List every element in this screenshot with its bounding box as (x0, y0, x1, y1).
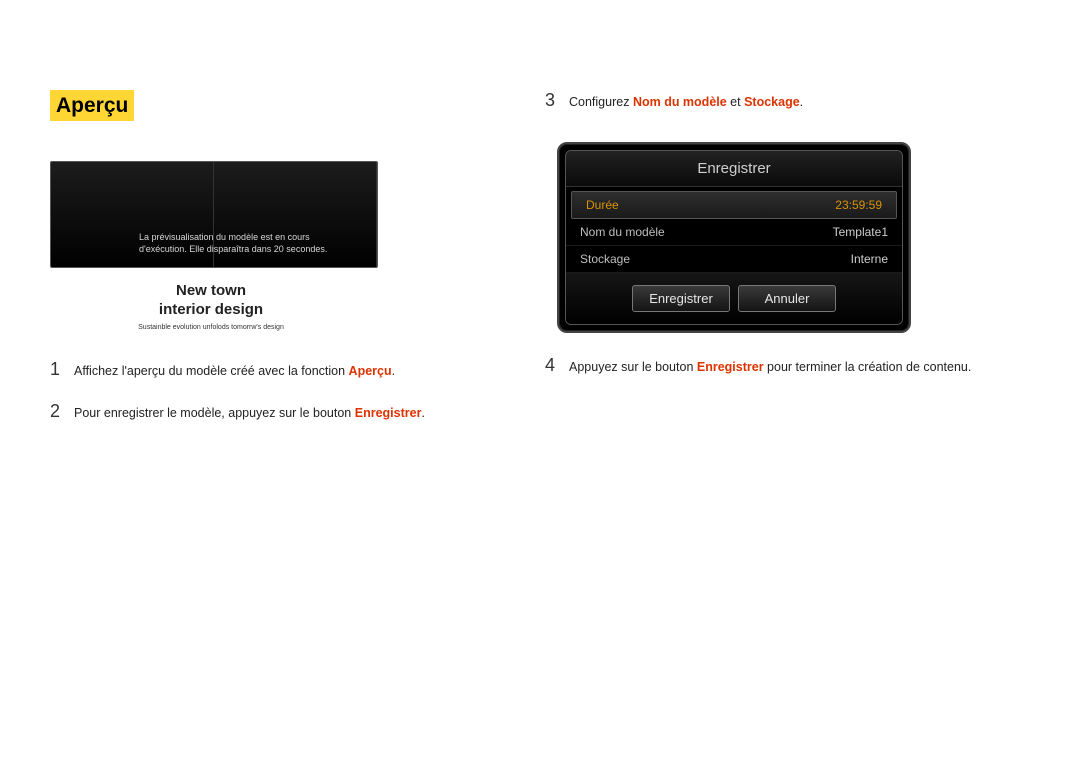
text-segment: Affichez l'aperçu du modèle créé avec la… (74, 364, 349, 378)
dialog-row-modelname[interactable]: Nom du modèle Template1 (566, 219, 902, 246)
step-num: 4 (545, 355, 569, 377)
text-segment: . (392, 364, 395, 378)
row-value: Interne (851, 252, 888, 266)
document-page: { "left": { "section_title": "Aperçu", "… (0, 0, 1080, 763)
step-num: 3 (545, 90, 569, 112)
left-column: Aperçu La prévisualisation du modèle est… (50, 90, 490, 442)
highlight: Aperçu (349, 364, 392, 378)
step-2: 2 Pour enregistrer le modèle, appuyez su… (50, 401, 490, 423)
step-text: Configurez Nom du modèle et Stockage. (569, 90, 1045, 112)
row-value: 23:59:59 (835, 198, 882, 212)
step-text: Affichez l'aperçu du modèle créé avec la… (74, 359, 490, 381)
step-num: 1 (50, 359, 74, 381)
preview-caption: New town interior design Sustainble evol… (50, 282, 372, 331)
dialog-body: Durée 23:59:59 Nom du modèle Template1 S… (566, 191, 902, 273)
step-4: 4 Appuyez sur le bouton Enregistrer pour… (545, 355, 1045, 377)
row-value: Template1 (833, 225, 888, 239)
highlight: Stockage (744, 95, 800, 109)
caption-line1: New town (50, 282, 372, 299)
row-label: Stockage (580, 252, 630, 266)
text-segment: . (421, 406, 424, 420)
text-segment: . (800, 95, 803, 109)
step-1: 1 Affichez l'aperçu du modèle créé avec … (50, 359, 490, 381)
right-steps: 3 Configurez Nom du modèle et Stockage. … (545, 90, 1045, 376)
cancel-button[interactable]: Annuler (738, 285, 836, 312)
text-segment: pour terminer la création de contenu. (764, 360, 972, 374)
save-button[interactable]: Enregistrer (632, 285, 730, 312)
right-column: 3 Configurez Nom du modèle et Stockage. … (545, 90, 1045, 396)
step-num: 2 (50, 401, 74, 423)
step-text: Appuyez sur le bouton Enregistrer pour t… (569, 355, 1045, 377)
dialog-row-duration[interactable]: Durée 23:59:59 (571, 191, 897, 219)
text-segment: Appuyez sur le bouton (569, 360, 697, 374)
left-steps: 1 Affichez l'aperçu du modèle créé avec … (50, 359, 490, 422)
step-3: 3 Configurez Nom du modèle et Stockage. (545, 90, 1045, 112)
highlight: Enregistrer (355, 406, 422, 420)
section-title: Aperçu (50, 90, 134, 121)
text-segment: et (727, 95, 744, 109)
dialog-row-storage[interactable]: Stockage Interne (566, 246, 902, 273)
row-label: Nom du modèle (580, 225, 665, 239)
preview-screen: La prévisualisation du modèle est en cou… (50, 161, 378, 268)
text-segment: Pour enregistrer le modèle, appuyez sur … (74, 406, 355, 420)
text-segment: Configurez (569, 95, 633, 109)
step-text: Pour enregistrer le modèle, appuyez sur … (74, 401, 490, 423)
highlight: Nom du modèle (633, 95, 727, 109)
row-label: Durée (586, 198, 619, 212)
save-dialog: Enregistrer Durée 23:59:59 Nom du modèle… (557, 142, 911, 333)
caption-sub: Sustainble evolution unfolods tomorrw's … (50, 324, 372, 331)
dialog-actions: Enregistrer Annuler (566, 273, 902, 324)
dialog-title: Enregistrer (566, 151, 902, 187)
preview-block: La prévisualisation du modèle est en cou… (50, 161, 372, 331)
caption-line2: interior design (50, 301, 372, 318)
preview-message: La prévisualisation du modèle est en cou… (139, 231, 359, 255)
highlight: Enregistrer (697, 360, 764, 374)
dialog-inner: Enregistrer Durée 23:59:59 Nom du modèle… (565, 150, 903, 325)
